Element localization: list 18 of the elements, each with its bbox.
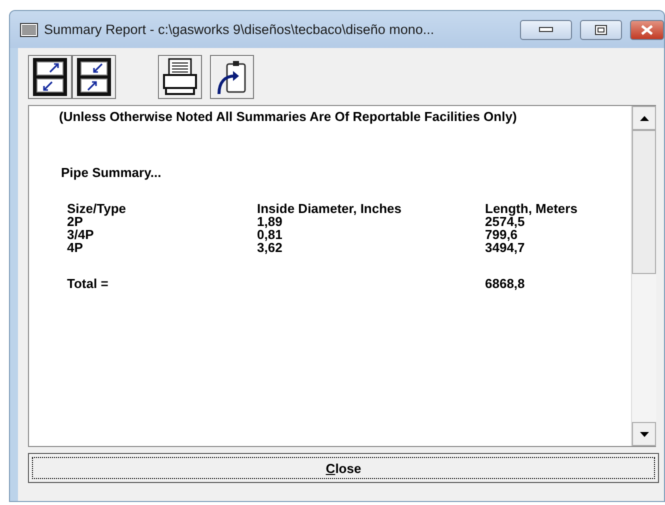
table-cell-text: 1,89 xyxy=(257,215,284,228)
table-cell-text: 3,62 xyxy=(257,241,284,254)
total-value: 6868,8 xyxy=(485,277,526,290)
column-header: Inside Diameter, Inches xyxy=(257,202,403,215)
section-heading: Pipe Summary... xyxy=(61,166,162,179)
table-cell-text: 0,81 xyxy=(257,228,284,241)
table-cell-text: 799,6 xyxy=(485,228,518,241)
close-button[interactable]: Close xyxy=(28,453,659,483)
table-cell-text: 3494,7 xyxy=(485,241,526,254)
table-cell-text: 2P xyxy=(67,215,83,228)
window-title: Summary Report - c:\gasworks 9\diseños\tecbaco\diseño mono... xyxy=(44,22,436,37)
column-header: Size/Type xyxy=(67,202,128,215)
table-cell-text: 3/4P xyxy=(67,228,95,241)
report-note: (Unless Otherwise Noted All Summaries Are Of Reportable Facilities Only) xyxy=(59,110,518,123)
column-header: Length, Meters xyxy=(485,202,578,215)
table-cell-text: 2574,5 xyxy=(485,215,525,228)
total-label: Total = xyxy=(67,277,110,290)
table-cell-text: 4P xyxy=(67,241,84,254)
